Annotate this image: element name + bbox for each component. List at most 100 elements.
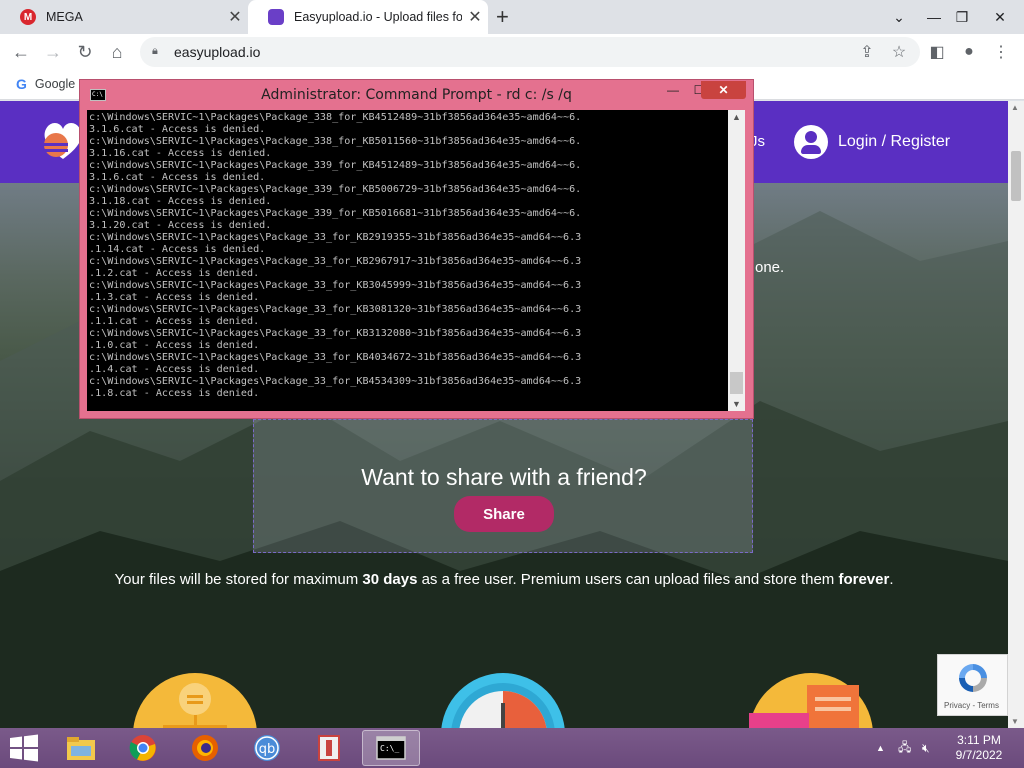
console-line: 3.1.6.cat - Access is denied. <box>89 172 266 183</box>
profile-avatar-icon[interactable]: ● <box>956 39 982 65</box>
taskbar-chrome[interactable] <box>114 730 172 766</box>
taskbar-clock[interactable]: 3:11 PM 9/7/2022 <box>944 733 1014 763</box>
recaptcha-badge[interactable]: Privacy - Terms <box>937 654 1008 716</box>
console-line: c:\Windows\SERVIC~1\Packages\Package_339… <box>89 160 582 171</box>
scroll-thumb[interactable] <box>1011 151 1021 201</box>
storage-prefix: Your files will be stored for maximum <box>114 571 363 588</box>
bookmark-label: Google <box>34 77 76 91</box>
console-line: c:\Windows\SERVIC~1\Packages\Package_33_… <box>89 232 582 243</box>
share-title: Want to share with a friend? <box>361 464 647 490</box>
menu-kebab-icon[interactable]: ⋮ <box>988 39 1014 65</box>
cmd-titlebar[interactable]: C:\ Administrator: Command Prompt - rd c… <box>80 80 753 108</box>
storage-suffix: . <box>889 571 894 588</box>
console-line: c:\Windows\SERVIC~1\Packages\Package_33_… <box>89 304 582 315</box>
console-line: 3.1.6.cat - Access is denied. <box>89 124 266 135</box>
login-register-label: Login / Register <box>838 133 951 150</box>
google-icon: G <box>16 76 27 92</box>
volume-muted-icon[interactable]: 🔇︎ <box>922 728 930 768</box>
forward-button[interactable]: → <box>40 39 66 65</box>
restore-window-button[interactable]: ❐ <box>944 0 980 34</box>
windows-taskbar: qb C:\_ ▲ 🖧︎ 🔇︎ 3:11 PM 9/7/2022 <box>0 728 1024 768</box>
console-line: .1.2.cat - Access is denied. <box>89 268 260 279</box>
console-line: c:\Windows\SERVIC~1\Packages\Package_339… <box>89 208 582 219</box>
recaptcha-links[interactable]: Privacy - Terms <box>944 701 999 710</box>
cmd-scrollbar[interactable]: ▲ ▼ <box>728 110 745 411</box>
command-prompt-icon: C:\_ <box>376 736 406 760</box>
login-register-link[interactable]: Login / Register <box>794 125 950 159</box>
storage-middle: as a free user. Premium users can upload… <box>417 571 839 588</box>
console-line: c:\Windows\SERVIC~1\Packages\Package_33_… <box>89 256 582 267</box>
storage-notice: Your files will be stored for maximum 30… <box>0 571 1008 588</box>
close-tab-icon[interactable]: ✕ <box>462 7 488 27</box>
user-avatar-icon <box>794 125 828 159</box>
cmd-title: Administrator: Command Prompt - rd c: /s… <box>261 87 572 103</box>
svg-text:qb: qb <box>259 742 276 757</box>
chrome-icon <box>129 735 156 761</box>
console-line: 3.1.18.cat - Access is denied. <box>89 196 272 207</box>
taskbar-command-prompt[interactable]: C:\_ <box>362 730 420 766</box>
cmd-console-output[interactable]: c:\Windows\SERVIC~1\Packages\Package_338… <box>87 110 728 411</box>
tab-title: MEGA <box>46 10 83 24</box>
side-panel-icon[interactable]: ◧ <box>924 39 950 65</box>
cmd-close-button[interactable]: ✕ <box>701 81 746 99</box>
taskbar-qbittorrent[interactable]: qb <box>238 730 296 766</box>
console-line: c:\Windows\SERVIC~1\Packages\Package_33_… <box>89 328 582 339</box>
address-bar[interactable]: 🔒︎ easyupload.io ⇪ ☆ <box>140 37 920 67</box>
scroll-down-icon[interactable]: ▼ <box>1011 717 1019 726</box>
taskbar-pdf-app[interactable] <box>300 730 358 766</box>
storage-days: 30 days <box>362 571 418 588</box>
taskbar-firefox[interactable] <box>176 730 234 766</box>
console-line: c:\Windows\SERVIC~1\Packages\Package_338… <box>89 136 582 147</box>
pdf-app-icon <box>318 735 340 761</box>
page-scrollbar[interactable]: ▲ ▼ <box>1008 101 1024 728</box>
url-text: easyupload.io <box>174 44 261 60</box>
clock-date: 9/7/2022 <box>955 748 1003 762</box>
scroll-up-icon[interactable]: ▲ <box>1011 103 1019 112</box>
scroll-thumb[interactable] <box>730 372 743 394</box>
scroll-down-icon[interactable]: ▼ <box>732 399 741 409</box>
share-button[interactable]: Share <box>454 496 554 532</box>
tab-search-icon[interactable]: ⌄ <box>881 0 917 34</box>
hierarchy-icon <box>163 683 227 728</box>
tray-overflow-icon[interactable]: ▲ <box>876 728 885 768</box>
qbittorrent-icon: qb <box>254 735 280 761</box>
share-panel: Want to share with a friend? Share <box>253 419 753 553</box>
bookmark-star-icon[interactable]: ☆ <box>886 39 912 65</box>
console-line: .1.1.cat - Access is denied. <box>89 316 260 327</box>
close-window-button[interactable]: ✕ <box>982 0 1018 34</box>
firefox-icon <box>192 735 218 761</box>
lock-icon[interactable]: 🔒︎ <box>152 45 166 59</box>
tab-easyupload[interactable]: Easyupload.io - Upload files for f ✕ <box>248 0 488 34</box>
windows-start-button[interactable] <box>8 734 40 762</box>
console-line: c:\Windows\SERVIC~1\Packages\Package_33_… <box>89 376 582 387</box>
new-tab-button[interactable]: + <box>496 6 509 28</box>
feature-circle-organize <box>133 673 257 728</box>
scroll-up-icon[interactable]: ▲ <box>732 112 741 122</box>
home-button[interactable]: ⌂ <box>104 39 130 65</box>
console-line: c:\Windows\SERVIC~1\Packages\Package_33_… <box>89 352 582 363</box>
documents-icon <box>749 685 859 728</box>
svg-text:C:\_: C:\_ <box>380 744 399 753</box>
easyupload-icon <box>268 9 284 25</box>
reload-button[interactable]: ↻ <box>72 39 98 65</box>
intro-text-fragment: one. <box>755 259 785 276</box>
browser-toolbar: ← → ↻ ⌂ 🔒︎ easyupload.io ⇪ ☆ ◧ ● ⋮ <box>0 34 1024 70</box>
taskbar-file-explorer[interactable] <box>52 730 110 766</box>
console-line: c:\Windows\SERVIC~1\Packages\Package_338… <box>89 112 582 123</box>
back-button[interactable]: ← <box>8 39 34 65</box>
bookmark-google[interactable]: G Google <box>16 76 75 92</box>
share-page-icon[interactable]: ⇪ <box>854 39 880 65</box>
clock-time: 3:11 PM <box>957 733 1001 747</box>
tab-mega[interactable]: M MEGA ✕ <box>0 0 248 34</box>
console-line: 3.1.20.cat - Access is denied. <box>89 220 272 231</box>
mega-icon: M <box>20 9 36 25</box>
console-line: .1.14.cat - Access is denied. <box>89 244 266 255</box>
cmd-minimize-button[interactable]: — <box>660 81 686 99</box>
recaptcha-icon <box>959 664 987 692</box>
close-tab-icon[interactable]: ✕ <box>222 7 248 27</box>
file-explorer-icon <box>67 737 95 760</box>
console-line: .1.3.cat - Access is denied. <box>89 292 260 303</box>
console-line: 3.1.16.cat - Access is denied. <box>89 148 272 159</box>
network-icon[interactable]: 🖧︎ <box>898 728 911 768</box>
console-line: .1.4.cat - Access is denied. <box>89 364 260 375</box>
